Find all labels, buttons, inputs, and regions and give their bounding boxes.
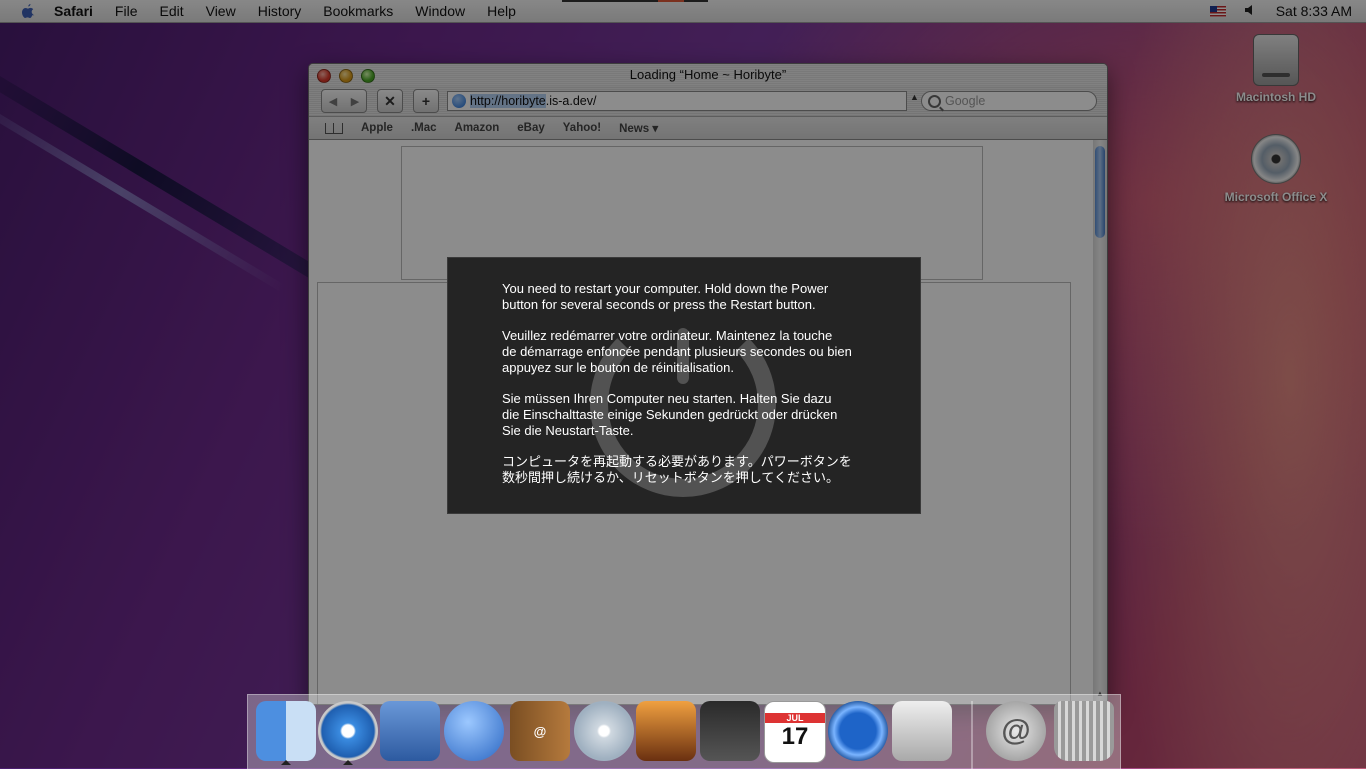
mail-icon[interactable]: [380, 701, 440, 761]
imovie-icon[interactable]: [700, 701, 760, 761]
panic-message-japanese: コンピュータを再起動する必要があります。パワーボタンを 数秒間押し続けるか、リセ…: [502, 454, 852, 485]
quicktime-icon[interactable]: [828, 701, 888, 761]
panic-message-english: You need to restart your computer. Hold …: [502, 281, 829, 312]
finder-icon[interactable]: [256, 701, 316, 765]
dock: @ JUL 17 @: [247, 694, 1121, 769]
panic-message-french: Veuillez redémarrer votre ordinateur. Ma…: [502, 328, 852, 375]
running-indicator: [343, 760, 353, 765]
ical-icon[interactable]: JUL 17: [764, 701, 826, 763]
system-preferences-icon[interactable]: [892, 701, 952, 761]
calendar-day: 17: [781, 723, 809, 750]
iphoto-icon[interactable]: [636, 701, 696, 761]
itunes-icon[interactable]: [574, 701, 634, 761]
address-book-icon[interactable]: @: [510, 701, 570, 761]
trash-icon[interactable]: [1054, 701, 1114, 761]
calendar-month: JUL: [765, 713, 825, 723]
safari-icon[interactable]: [318, 701, 378, 765]
running-indicator: [281, 760, 291, 765]
dock-separator: [971, 701, 973, 769]
panic-message-german: Sie müssen Ihren Computer neu starten. H…: [502, 391, 838, 438]
restart-required-panel: You need to restart your computer. Hold …: [447, 257, 921, 514]
ichat-icon[interactable]: [444, 701, 504, 761]
internet-connect-icon[interactable]: @: [986, 701, 1046, 761]
